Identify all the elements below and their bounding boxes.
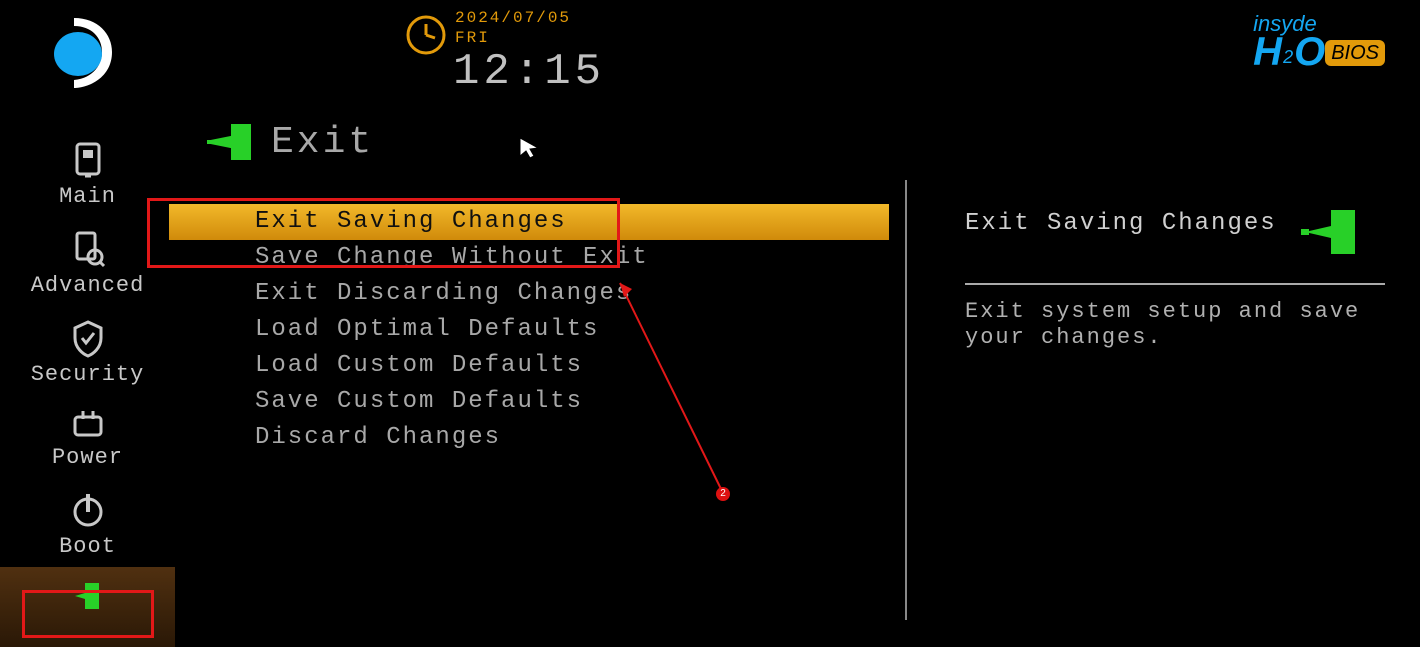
menu-item-load-optimal-defaults[interactable]: Load Optimal Defaults [175,312,905,348]
sidebar-item-label: Security [31,362,145,387]
main-icon [71,140,105,180]
sidebar-item-advanced[interactable]: Advanced [0,217,175,306]
mouse-cursor [518,136,542,160]
clock-day: FRI [455,28,605,48]
sidebar-item-label: Boot [59,534,116,559]
sidebar-item-label: Advanced [31,273,145,298]
sidebar-item-power[interactable]: Power [0,395,175,478]
sidebar: Main Advanced Security Power Boot [0,100,175,640]
info-panel: Exit Saving Changes Exit system setup an… [965,210,1385,351]
power-icon [71,407,105,441]
boot-icon [71,490,105,530]
clock-date: 2024/07/05 [455,8,605,28]
menu-item-save-custom-defaults[interactable]: Save Custom Defaults [175,384,905,420]
sidebar-item-security[interactable]: Security [0,306,175,395]
advanced-icon [71,229,105,269]
sidebar-item-exit[interactable] [0,567,175,647]
sidebar-item-boot[interactable]: Boot [0,478,175,567]
menu-item-exit-saving-changes[interactable]: Exit Saving Changes [169,204,889,240]
sidebar-item-label: Main [59,184,116,209]
exit-menu: Exit Saving Changes Save Change Without … [175,180,905,456]
info-description: Exit system setup and save your changes. [965,299,1365,351]
bios-logo: insyde H 2 O BIOS [1253,14,1385,70]
clock-icon [405,14,447,61]
menu-item-discard-changes[interactable]: Discard Changes [175,420,905,456]
annotation-badge: 2 [716,487,730,501]
exit-icon [1295,204,1365,265]
exit-icon [205,120,257,164]
exit-icon [71,579,105,613]
brand-logo [40,10,126,101]
clock-time: 12:15 [453,48,605,96]
page-title: Exit [205,120,374,164]
vertical-divider [905,180,907,620]
menu-item-save-change-without-exit[interactable]: Save Change Without Exit [175,240,905,276]
clock-area: 2024/07/05 FRI 12:15 [405,8,605,96]
sidebar-item-main[interactable]: Main [0,128,175,217]
menu-item-exit-discarding-changes[interactable]: Exit Discarding Changes [175,276,905,312]
security-icon [71,318,105,358]
sidebar-item-label: Power [52,445,123,470]
menu-item-load-custom-defaults[interactable]: Load Custom Defaults [175,348,905,384]
